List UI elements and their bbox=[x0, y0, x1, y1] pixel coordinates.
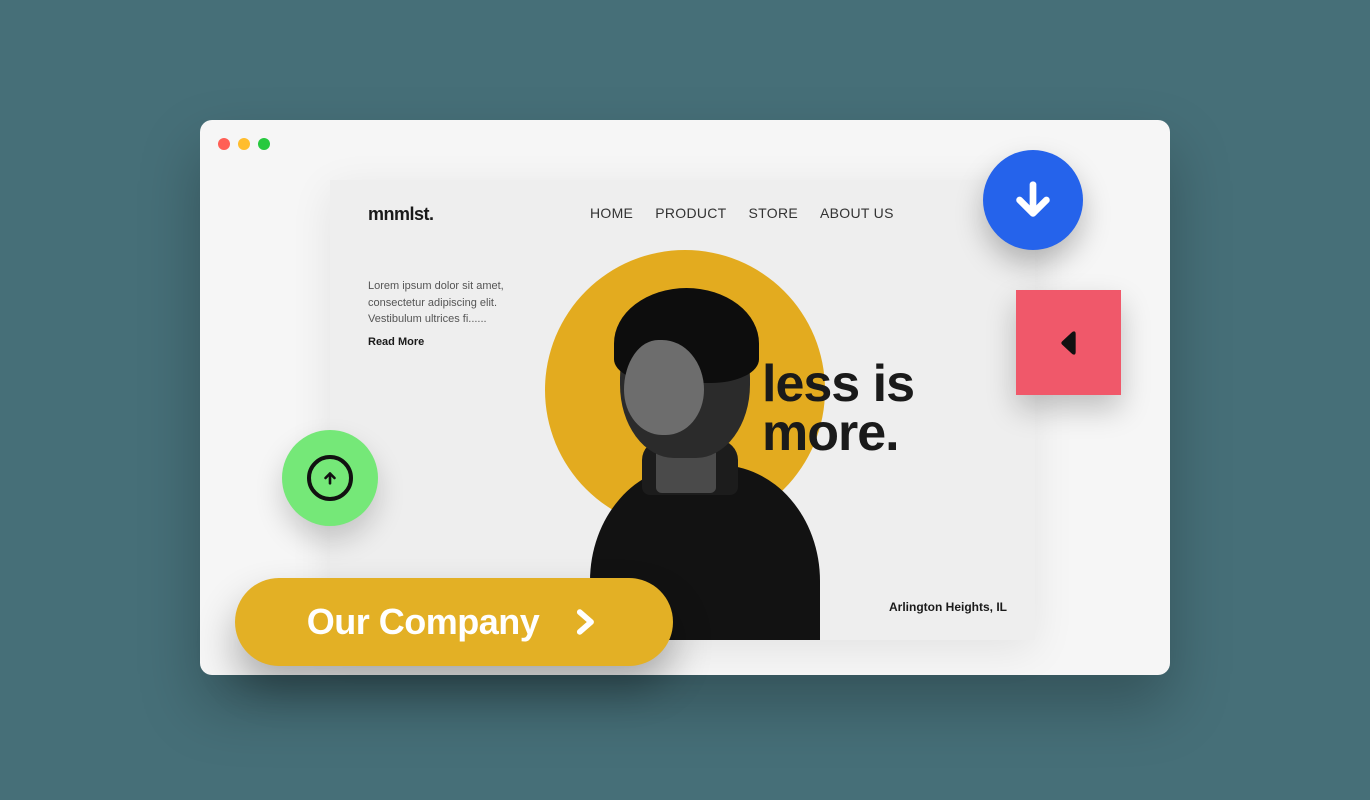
maximize-window-button[interactable] bbox=[258, 138, 270, 150]
scroll-up-button[interactable] bbox=[282, 430, 378, 526]
location-label: Arlington Heights, IL bbox=[889, 600, 1007, 614]
caret-left-icon bbox=[1049, 319, 1089, 367]
hero-headline: less is more. bbox=[762, 360, 914, 459]
headline-line2: more. bbox=[762, 409, 914, 458]
download-button[interactable] bbox=[983, 150, 1083, 250]
website-preview: mnmlst. HOME PRODUCT STORE ABOUT US Lore… bbox=[330, 180, 1035, 640]
nav-store[interactable]: STORE bbox=[749, 205, 798, 221]
nav-product[interactable]: PRODUCT bbox=[655, 205, 726, 221]
main-nav: HOME PRODUCT STORE ABOUT US bbox=[590, 205, 894, 221]
intro-text: Lorem ipsum dolor sit amet, consectetur … bbox=[368, 278, 543, 350]
our-company-button[interactable]: Our Company bbox=[235, 578, 673, 666]
nav-about[interactable]: ABOUT US bbox=[820, 205, 894, 221]
arrow-down-icon bbox=[1010, 177, 1056, 223]
window-controls bbox=[218, 138, 270, 150]
arrow-up-circle-icon bbox=[307, 455, 353, 501]
minimize-window-button[interactable] bbox=[238, 138, 250, 150]
previous-button[interactable] bbox=[1016, 290, 1121, 395]
chevron-right-icon bbox=[567, 600, 601, 644]
nav-home[interactable]: HOME bbox=[590, 205, 633, 221]
brand-logo[interactable]: mnmlst. bbox=[368, 204, 434, 225]
cta-label: Our Company bbox=[307, 601, 540, 643]
headline-line1: less is bbox=[762, 360, 914, 409]
intro-body: Lorem ipsum dolor sit amet, consectetur … bbox=[368, 280, 504, 325]
read-more-link[interactable]: Read More bbox=[368, 334, 543, 351]
close-window-button[interactable] bbox=[218, 138, 230, 150]
